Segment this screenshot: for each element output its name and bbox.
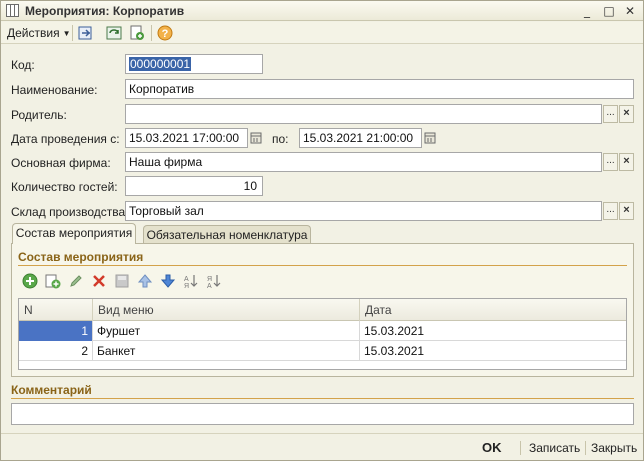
composition-table[interactable]: N Вид меню Дата 1 Фуршет 15.03.2021 2 Ба…	[18, 298, 627, 370]
table-row[interactable]: 1 Фуршет 15.03.2021	[19, 321, 626, 341]
column-header-date[interactable]: Дата	[360, 299, 626, 321]
parent-field[interactable]	[125, 104, 602, 124]
name-field[interactable]: Корпоратив	[125, 79, 634, 99]
warehouse-field[interactable]: Торговый зал	[125, 201, 602, 221]
warehouse-clear-button[interactable]: ×	[619, 202, 634, 220]
company-field[interactable]: Наша фирма	[125, 152, 602, 172]
table-row[interactable]: 2 Банкет 15.03.2021	[19, 341, 626, 361]
help-icon[interactable]: ?	[156, 24, 174, 42]
caret-down-icon: ▼	[62, 29, 71, 38]
footer-separator	[520, 441, 521, 455]
cell-date: 15.03.2021	[364, 324, 425, 338]
actions-menu-button[interactable]: Действия ▼	[7, 26, 71, 40]
refresh-icon[interactable]	[105, 24, 123, 42]
code-value: 000000001	[129, 57, 192, 71]
toolbar: Действия ▼ ?	[1, 22, 643, 44]
end-edit-icon[interactable]	[114, 273, 130, 289]
code-field[interactable]: 000000001	[125, 54, 263, 74]
sort-asc-icon[interactable]: A Я	[183, 273, 199, 289]
tab-composition[interactable]: Состав мероприятия	[12, 223, 136, 244]
parent-label: Родитель:	[11, 108, 67, 122]
actions-menu-label: Действия	[7, 26, 60, 40]
toolbar-separator	[72, 25, 73, 41]
footer-separator	[585, 441, 586, 455]
date-to-field[interactable]: 15.03.2021 21:00:00	[299, 128, 422, 148]
calendar-icon[interactable]	[422, 129, 438, 147]
ok-button[interactable]: OK	[482, 440, 502, 455]
add-icon[interactable]	[22, 273, 38, 289]
company-label: Основная фирма:	[11, 156, 111, 170]
add-copy-icon[interactable]	[45, 273, 61, 289]
move-down-icon[interactable]	[160, 273, 176, 289]
post-and-close-icon[interactable]	[77, 24, 95, 42]
date-from-field[interactable]: 15.03.2021 17:00:00	[125, 128, 248, 148]
cell-n: 2	[19, 341, 93, 361]
section-divider	[11, 398, 634, 399]
code-label: Код:	[11, 58, 35, 72]
parent-clear-button[interactable]: ×	[619, 105, 634, 123]
svg-text:Я: Я	[184, 283, 189, 289]
svg-text:A: A	[184, 276, 189, 283]
window-title: Мероприятия: Корпоратив	[25, 4, 185, 18]
minimize-button[interactable]: _	[579, 3, 595, 19]
company-clear-button[interactable]: ×	[619, 153, 634, 171]
name-label: Наименование:	[11, 83, 98, 97]
date-from-label: Дата проведения с:	[11, 132, 120, 146]
comment-section-title: Комментарий	[11, 383, 92, 397]
footer-divider	[1, 433, 643, 434]
guests-field[interactable]: 10	[125, 176, 263, 196]
close-button[interactable]: Закрыть	[591, 441, 637, 455]
title-bar[interactable]: Мероприятия: Корпоратив _ □ ✕	[1, 1, 643, 21]
cell-n: 1	[19, 321, 93, 341]
cell-menu: Банкет	[93, 341, 360, 361]
svg-text:A: A	[207, 283, 212, 289]
section-divider	[18, 265, 627, 266]
column-header-menu[interactable]: Вид меню	[93, 299, 360, 321]
warehouse-label: Склад производства:	[11, 205, 129, 219]
edit-icon[interactable]	[68, 273, 84, 289]
composition-section-title: Состав мероприятия	[18, 250, 144, 264]
cell-date: 15.03.2021	[364, 344, 425, 358]
company-select-button[interactable]: ...	[603, 153, 618, 171]
calendar-icon[interactable]	[248, 129, 264, 147]
close-window-button[interactable]: ✕	[622, 3, 638, 19]
date-to-label: по:	[272, 132, 289, 146]
guests-label: Количество гостей:	[11, 180, 118, 194]
form-window: Мероприятия: Корпоратив _ □ ✕ Действия ▼ …	[0, 0, 644, 461]
copy-new-icon[interactable]	[128, 24, 146, 42]
table-header: N Вид меню Дата	[19, 299, 626, 321]
cell-menu: Фуршет	[93, 321, 360, 341]
sort-desc-icon[interactable]: Я A	[206, 273, 222, 289]
column-header-n[interactable]: N	[19, 299, 93, 321]
warehouse-select-button[interactable]: ...	[603, 202, 618, 220]
svg-text:?: ?	[162, 28, 169, 40]
svg-text:Я: Я	[207, 276, 212, 283]
maximize-button[interactable]: □	[601, 3, 617, 19]
save-button[interactable]: Записать	[529, 441, 580, 455]
move-up-icon[interactable]	[137, 273, 153, 289]
catalog-icon	[6, 4, 19, 17]
toolbar-separator	[151, 25, 152, 41]
comment-field[interactable]	[11, 403, 634, 425]
delete-icon[interactable]	[91, 273, 107, 289]
tab-required-nomenclature[interactable]: Обязательная номенклатура	[143, 225, 311, 245]
parent-select-button[interactable]: ...	[603, 105, 618, 123]
